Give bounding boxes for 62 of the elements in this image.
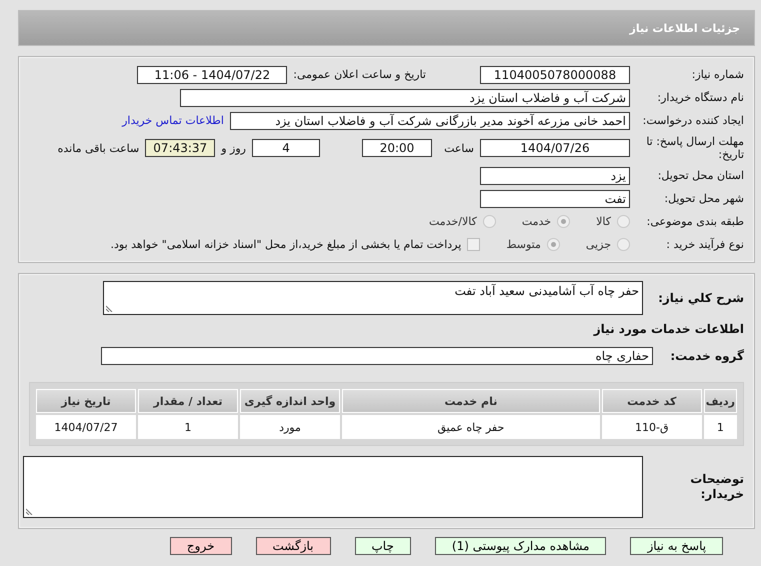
field-label: توضیحات خریدار: bbox=[689, 472, 744, 502]
field-label: تاریخ و ساعت اعلان عمومی: bbox=[293, 68, 426, 81]
announce-date-field[interactable]: 1404/07/22 - 11:06 bbox=[137, 66, 288, 84]
field-label: طبقه بندی موضوعی: bbox=[646, 215, 744, 228]
checkbox-label: پرداخت تمام یا بخشی از مبلغ خرید،از محل "اسناد خزانه اسلامی" خواهد بود. bbox=[110, 238, 462, 251]
resize-grip-icon[interactable] bbox=[106, 305, 113, 312]
field-label: شهر محل تحویل: bbox=[663, 192, 744, 205]
remaining-label: ساعت باقی مانده bbox=[58, 142, 140, 154]
field-label: گروه خدمت: bbox=[669, 348, 744, 364]
radio-button[interactable] bbox=[482, 215, 496, 228]
table-cell: 1 bbox=[138, 415, 238, 439]
radio-label: کالا bbox=[596, 215, 611, 228]
days-field[interactable]: 4 bbox=[252, 139, 320, 157]
radio-button[interactable] bbox=[617, 215, 630, 228]
action-button[interactable]: بازگشت bbox=[256, 537, 330, 555]
action-button[interactable]: خروج bbox=[170, 537, 232, 555]
table-cell: ق-110 bbox=[602, 415, 702, 439]
buyer-org-field[interactable]: شرکت آب و فاضلاب استان یزد bbox=[180, 88, 630, 106]
service-group-field[interactable]: حفاری چاه bbox=[101, 347, 653, 365]
field-label: شرح کلي نياز: bbox=[657, 290, 744, 306]
field-label: ایجاد کننده درخواست: bbox=[642, 114, 744, 127]
column-header: کد خدمت bbox=[602, 389, 702, 413]
action-button[interactable]: چاپ bbox=[354, 537, 411, 555]
radio-button[interactable] bbox=[557, 215, 570, 228]
need-number-field[interactable]: 1104005078000088 bbox=[480, 66, 630, 84]
action-button[interactable]: پاسخ به نیاز bbox=[630, 537, 724, 555]
field-label: نوع فرآیند خرید : bbox=[665, 238, 744, 251]
action-button[interactable]: مشاهده مدارک پیوستی (1) bbox=[434, 537, 606, 555]
table-cell: 1 bbox=[704, 415, 737, 439]
radio-label: خدمت bbox=[522, 215, 552, 228]
table-cell: حفر چاه عمیق bbox=[342, 415, 600, 439]
field-label: مهلت ارسال پاسخ: تا تاریخ: bbox=[645, 135, 744, 161]
radio-label: کالا/خدمت bbox=[429, 215, 477, 228]
remaining-time-field: 07:43:37 bbox=[145, 139, 216, 157]
days-label: روز و bbox=[221, 142, 246, 154]
province-field[interactable]: یزد bbox=[480, 166, 630, 184]
description-field[interactable]: حفر چاه آب آشامیدنی سعید آباد تفت bbox=[103, 281, 643, 315]
field-label: شماره نیاز: bbox=[690, 68, 744, 81]
field-label: نام دستگاه خریدار: bbox=[656, 91, 744, 104]
radio-label: متوسط bbox=[506, 238, 541, 251]
field-label: استان محل تحویل: bbox=[656, 169, 744, 182]
radio-label: جزیی bbox=[586, 238, 611, 251]
checkbox[interactable] bbox=[467, 238, 480, 251]
table-cell: مورد bbox=[240, 415, 340, 439]
buyer-notes-field[interactable] bbox=[23, 456, 643, 518]
deadline-time-field[interactable]: 20:00 bbox=[362, 139, 432, 157]
resize-grip-icon[interactable] bbox=[26, 508, 33, 515]
column-header: تعداد / مقدار bbox=[138, 389, 238, 413]
radio-button[interactable] bbox=[546, 238, 560, 251]
column-header: تاریخ نیاز bbox=[36, 389, 136, 413]
time-label: ساعت bbox=[443, 142, 474, 154]
deadline-date-field[interactable]: 1404/07/26 bbox=[480, 139, 630, 157]
buyer-contact-link[interactable]: اطلاعات تماس خریدار bbox=[122, 114, 224, 127]
radio-button[interactable] bbox=[617, 238, 630, 251]
city-field[interactable]: تفت bbox=[480, 190, 630, 208]
column-header: واحد اندازه گیری bbox=[240, 389, 340, 413]
page-title: جزئیات اطلاعات نیاز bbox=[630, 22, 740, 34]
column-header: نام خدمت bbox=[342, 389, 600, 413]
section-heading: اطلاعات خدمات مورد نياز bbox=[594, 322, 744, 336]
column-header: ردیف bbox=[704, 389, 737, 413]
requester-field[interactable]: احمد خانی مزرعه آخوند مدیر بازرگانی شرکت آب و فاضلاب استان یزد bbox=[230, 112, 630, 130]
table-cell: 1404/07/27 bbox=[36, 415, 136, 439]
